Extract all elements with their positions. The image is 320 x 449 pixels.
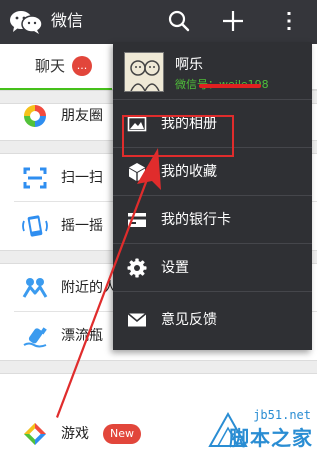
list-item-label: 扫一扫: [61, 170, 103, 186]
settings-icon: [127, 258, 147, 278]
avatar: [124, 52, 164, 92]
unread-badge: ...: [72, 56, 92, 76]
watermark-brand: 脚本之家: [229, 426, 313, 449]
feedback-icon: [127, 312, 147, 327]
menu-item-feedback[interactable]: 意见反馈: [113, 292, 312, 350]
menu-item-label: 我的银行卡: [161, 212, 231, 228]
app-title: 微信: [51, 11, 84, 30]
games-icon: [23, 422, 47, 446]
menu-item-my-bank-card[interactable]: 我的银行卡: [113, 196, 312, 244]
list-item-label: 漂流瓶: [61, 328, 103, 344]
watermark-site: jb51.net: [253, 408, 311, 422]
menu-item-label: 意见反馈: [161, 312, 217, 328]
people-nearby-icon: [22, 278, 48, 298]
avatar-image: [125, 53, 163, 91]
redaction-line: [199, 84, 261, 88]
shake-icon: [22, 215, 48, 237]
profile-name: 啊乐: [175, 57, 203, 73]
drift-bottle-icon: [23, 327, 47, 348]
annotation-highlight-box: [122, 115, 234, 157]
list-item-label: 附近的人: [61, 280, 117, 296]
search-icon[interactable]: [166, 8, 192, 34]
favorites-icon: [129, 163, 145, 181]
watermark: jb51.net 脚本之家: [206, 406, 317, 449]
list-item-label: 朋友圈: [61, 108, 103, 124]
tab-chat[interactable]: 聊天 ...: [0, 44, 112, 91]
menu-profile[interactable]: 啊乐 微信号：weile198: [113, 42, 312, 100]
menu-item-settings[interactable]: 设置: [113, 244, 312, 292]
group-separator: [0, 360, 317, 374]
moments-icon: [24, 105, 46, 127]
wechat-logo-icon: [10, 11, 43, 34]
dropdown-menu: 啊乐 微信号：weile198 我的相册 我的收藏 我的银行卡: [113, 42, 312, 350]
menu-item-label: 设置: [161, 260, 189, 276]
tab-chat-label: 聊天: [35, 57, 66, 75]
more-vertical-icon[interactable]: [276, 8, 302, 34]
list-item-label: 摇一摇: [61, 218, 103, 234]
add-icon[interactable]: [220, 8, 246, 34]
list-item-label: 游戏: [61, 426, 89, 442]
new-badge: New: [103, 424, 141, 444]
scan-icon: [23, 167, 47, 189]
bank-card-icon: [128, 213, 146, 227]
menu-item-label: 我的收藏: [161, 164, 217, 180]
top-bar: 微信: [0, 0, 317, 44]
